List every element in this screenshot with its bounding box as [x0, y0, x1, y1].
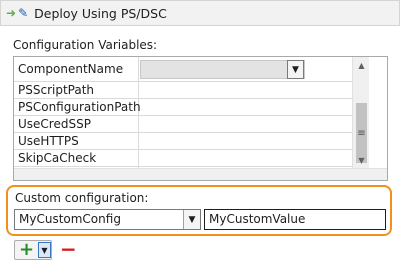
arrow-icon: ➜ — [6, 6, 17, 20]
table-row[interactable]: PSScriptPath — [14, 82, 369, 99]
custom-config-value-field[interactable]: MyCustomValue — [204, 209, 386, 230]
custom-configuration-label: Custom configuration: — [15, 191, 149, 205]
variable-name: ComponentName — [18, 62, 124, 76]
custom-configuration-group: Custom configuration: MyCustomConfig ▼ M… — [6, 185, 392, 236]
variable-value-dropdown[interactable]: ▼ — [140, 60, 305, 79]
table-row[interactable]: ComponentName ▼ — [14, 57, 369, 82]
scroll-up-icon[interactable]: ▲ — [353, 57, 369, 73]
variable-name: PSScriptPath — [18, 83, 95, 97]
chevron-down-icon[interactable]: ▼ — [183, 210, 200, 229]
variable-name: UseCredSSP — [18, 117, 91, 131]
grid-rows: ComponentName ▼ PSScriptPath PSConfigura… — [14, 57, 369, 168]
minus-icon[interactable]: − — [60, 239, 77, 259]
plus-icon[interactable]: + — [19, 239, 34, 260]
pencil-icon: ✎ — [18, 6, 29, 20]
chevron-down-icon[interactable]: ▼ — [38, 242, 51, 258]
variable-name: SkipCaCheck — [18, 151, 97, 165]
table-row[interactable]: UseCredSSP — [14, 116, 369, 133]
horizontal-scrollbar[interactable] — [14, 168, 387, 180]
variable-name: PSConfigurationPath — [18, 100, 141, 114]
scroll-down-icon[interactable]: ▼ — [353, 152, 369, 168]
table-row[interactable]: PSConfigurationPath — [14, 99, 369, 116]
vertical-scrollbar[interactable]: ▲ ≡ ▼ — [352, 57, 369, 168]
custom-config-value-text: MyCustomValue — [209, 212, 306, 226]
configuration-variables-grid: ComponentName ▼ PSScriptPath PSConfigura… — [13, 56, 388, 181]
custom-config-name-value: MyCustomConfig — [19, 212, 121, 226]
custom-config-name-dropdown[interactable]: MyCustomConfig ▼ — [14, 209, 201, 230]
table-row[interactable]: SkipCaCheck — [14, 150, 369, 167]
panel-titlebar: ➜ ✎ Deploy Using PS/DSC — [0, 0, 400, 26]
variable-name: UseHTTPS — [18, 134, 79, 148]
chevron-down-icon[interactable]: ▼ — [287, 60, 304, 79]
table-row[interactable]: UseHTTPS — [14, 133, 369, 150]
panel-title: Deploy Using PS/DSC — [34, 5, 167, 21]
add-button[interactable]: + ▼ — [14, 239, 52, 260]
configuration-variables-label: Configuration Variables: — [13, 38, 158, 52]
